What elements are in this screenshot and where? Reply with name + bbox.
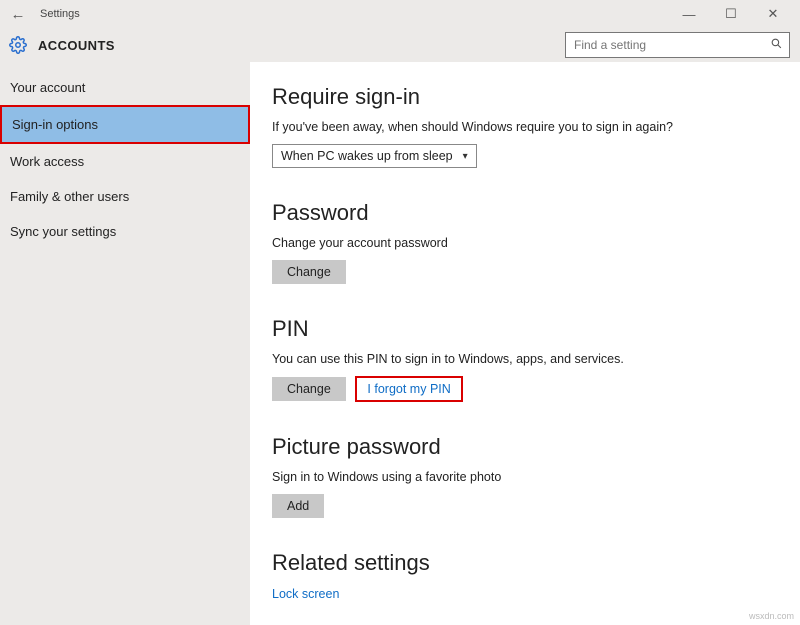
- sidebar-item-label: Family & other users: [10, 189, 129, 204]
- back-button[interactable]: ←: [6, 6, 30, 23]
- section-picture-password: Picture password Sign in to Windows usin…: [272, 434, 790, 518]
- main-panel: Require sign-in If you've been away, whe…: [250, 62, 800, 625]
- lock-screen-link[interactable]: Lock screen: [272, 587, 339, 601]
- section-desc: Sign in to Windows using a favorite phot…: [272, 470, 790, 484]
- dropdown-selected: When PC wakes up from sleep: [281, 149, 453, 163]
- sidebar-item-label: Work access: [10, 154, 84, 169]
- sidebar: Your account Sign-in options Work access…: [0, 62, 250, 625]
- section-desc: Change your account password: [272, 236, 790, 250]
- page-title: ACCOUNTS: [38, 38, 115, 53]
- add-picture-password-button[interactable]: Add: [272, 494, 324, 518]
- search-input[interactable]: [566, 38, 763, 52]
- title-bar: ← Settings — ☐ ✕: [0, 0, 800, 28]
- sidebar-item-label: Sign-in options: [12, 117, 98, 132]
- chevron-down-icon: ▾: [463, 151, 468, 162]
- sidebar-item-family-other-users[interactable]: Family & other users: [0, 179, 250, 214]
- section-title: Password: [272, 200, 790, 226]
- section-desc: You can use this PIN to sign in to Windo…: [272, 352, 790, 366]
- search-icon[interactable]: [763, 37, 789, 53]
- section-title: Related settings: [272, 550, 790, 576]
- section-related-settings: Related settings Lock screen: [272, 550, 790, 601]
- sidebar-item-label: Sync your settings: [10, 224, 116, 239]
- search-box[interactable]: [565, 32, 790, 58]
- sidebar-item-label: Your account: [10, 80, 85, 95]
- forgot-pin-link[interactable]: I forgot my PIN: [355, 376, 462, 402]
- sidebar-item-sign-in-options[interactable]: Sign-in options: [0, 105, 250, 144]
- section-password: Password Change your account password Ch…: [272, 200, 790, 284]
- gear-icon: [8, 35, 28, 55]
- section-title: Require sign-in: [272, 84, 790, 110]
- watermark: wsxdn.com: [749, 611, 794, 621]
- section-require-sign-in: Require sign-in If you've been away, whe…: [272, 84, 790, 168]
- sidebar-item-sync-your-settings[interactable]: Sync your settings: [0, 214, 250, 249]
- header-bar: ACCOUNTS: [0, 28, 800, 62]
- change-pin-button[interactable]: Change: [272, 377, 346, 401]
- sidebar-item-your-account[interactable]: Your account: [0, 70, 250, 105]
- section-pin: PIN You can use this PIN to sign in to W…: [272, 316, 790, 402]
- section-desc: If you've been away, when should Windows…: [272, 120, 790, 134]
- change-password-button[interactable]: Change: [272, 260, 346, 284]
- signin-dropdown[interactable]: When PC wakes up from sleep ▾: [272, 144, 477, 168]
- section-title: PIN: [272, 316, 790, 342]
- content-area: Your account Sign-in options Work access…: [0, 62, 800, 625]
- maximize-button[interactable]: ☐: [710, 6, 752, 22]
- close-button[interactable]: ✕: [752, 6, 794, 22]
- minimize-button[interactable]: —: [668, 7, 710, 22]
- section-title: Picture password: [272, 434, 790, 460]
- sidebar-item-work-access[interactable]: Work access: [0, 144, 250, 179]
- window-title: Settings: [40, 8, 80, 20]
